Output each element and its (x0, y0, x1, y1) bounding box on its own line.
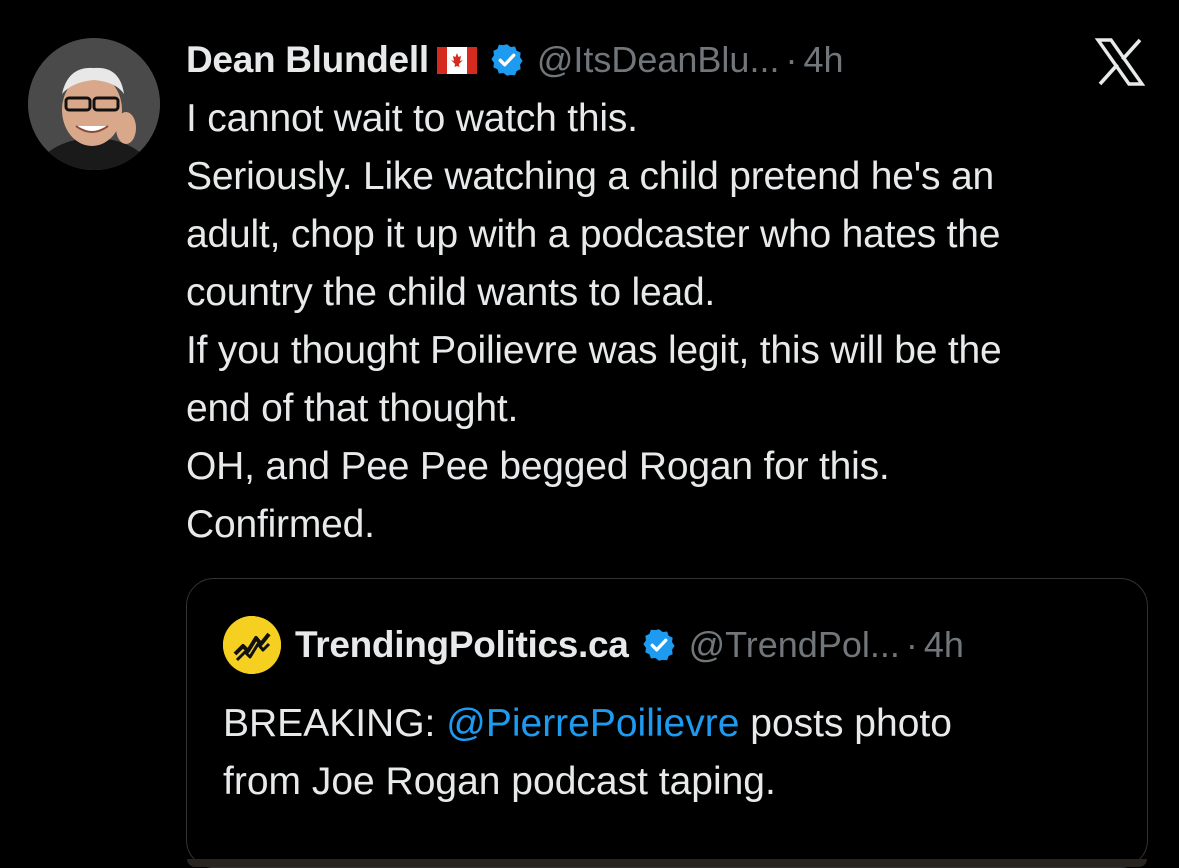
verified-badge-icon (489, 42, 525, 78)
quoted-timestamp[interactable]: 4h (924, 624, 964, 666)
tweet-text-line: end of that thought. (186, 387, 519, 430)
separator-dot: · (905, 624, 918, 665)
tweet-text-line: adult, chop it up with a podcaster who h… (186, 213, 1001, 256)
tweet-text-line: Confirmed. (186, 503, 375, 546)
avatar-photo (28, 38, 160, 170)
avatar[interactable] (28, 38, 160, 170)
quoted-text-prefix: BREAKING: (223, 702, 447, 745)
quoted-tweet[interactable]: TrendingPolitics.ca @TrendPol... · 4h BR… (186, 578, 1148, 868)
tweet-text-line: If you thought Poilievre was legit, this… (186, 329, 1002, 372)
quoted-text-suffix: posts photo (739, 702, 952, 745)
tweet-text-line: OH, and Pee Pee begged Rogan for this. (186, 445, 890, 488)
tweet-text: I cannot wait to watch this. Seriously. … (186, 90, 1166, 554)
separator-dot: · (785, 39, 798, 80)
quoted-tweet-text: BREAKING: @PierrePoilievre posts photo f… (223, 695, 1123, 811)
quoted-avatar[interactable] (223, 616, 281, 674)
quoted-media-preview[interactable] (187, 859, 1147, 867)
display-name[interactable]: Dean Blundell (186, 39, 429, 81)
handle[interactable]: @ItsDeanBlu... (537, 39, 780, 81)
mention-link[interactable]: @PierrePoilievre (446, 702, 739, 745)
verified-badge-icon (641, 627, 677, 663)
tweet[interactable]: Dean Blundell @ItsDeanBlu... · 4h I cann… (0, 0, 1179, 868)
quoted-tweet-header: TrendingPolitics.ca @TrendPol... · 4h (223, 616, 964, 674)
quoted-handle[interactable]: @TrendPol... (689, 624, 900, 666)
tweet-text-line: country the child wants to lead. (186, 271, 716, 314)
quoted-text-line: BREAKING: @PierrePoilievre posts photo (223, 695, 1123, 753)
x-logo-icon[interactable] (1094, 38, 1146, 86)
tweet-header: Dean Blundell @ItsDeanBlu... · 4h (186, 34, 844, 86)
quoted-display-name[interactable]: TrendingPolitics.ca (295, 624, 629, 666)
timestamp[interactable]: 4h (803, 39, 843, 81)
tweet-text-line: Seriously. Like watching a child pretend… (186, 155, 994, 198)
quoted-text-line: from Joe Rogan podcast taping. (223, 760, 776, 803)
tweet-text-line: I cannot wait to watch this. (186, 97, 638, 140)
canada-flag-icon (436, 46, 477, 74)
